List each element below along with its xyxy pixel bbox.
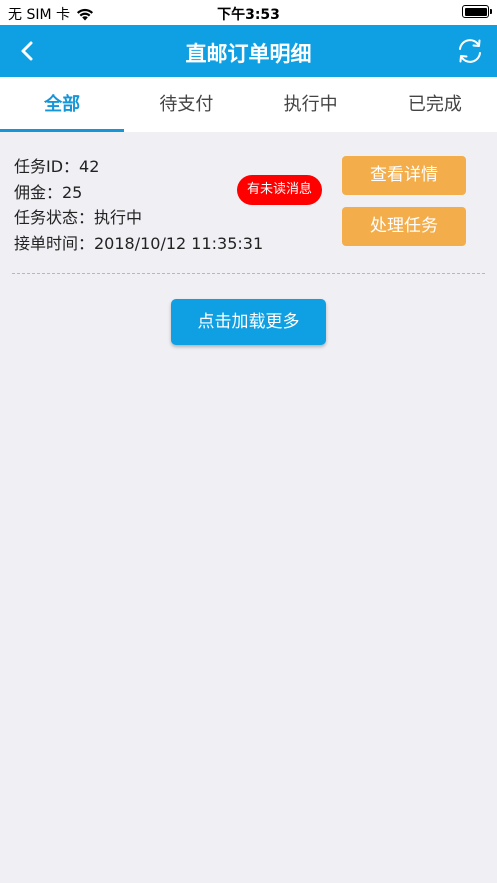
task-info: 任务ID：42 佣金：25 任务状态：执行中 接单时间：2018/10/12 1… <box>14 154 263 256</box>
battery-icon <box>462 5 492 18</box>
load-more-button[interactable]: 点击加载更多 <box>171 299 326 345</box>
nav-bar: 直邮订单明细 <box>0 25 497 77</box>
task-status: 任务状态：执行中 <box>14 208 143 227</box>
refresh-icon[interactable] <box>455 36 485 66</box>
status-bar: 无 SIM 卡 下午3:53 <box>0 0 497 25</box>
page-title: 直邮订单明细 <box>185 42 312 66</box>
tab-bar: 全部 待支付 执行中 已完成 <box>0 77 497 132</box>
status-time: 下午3:53 <box>217 7 280 23</box>
tab-completed[interactable]: 已完成 <box>373 77 497 132</box>
unread-message-badge: 有未读消息 <box>237 175 323 205</box>
tab-pending-payment[interactable]: 待支付 <box>124 77 248 132</box>
content: 任务ID：42 佣金：25 任务状态：执行中 接单时间：2018/10/12 1… <box>0 132 497 345</box>
handle-task-button[interactable]: 处理任务 <box>342 207 466 246</box>
view-detail-button[interactable]: 查看详情 <box>342 156 466 195</box>
tab-all[interactable]: 全部 <box>0 77 125 132</box>
task-commission: 佣金：25 <box>14 182 83 202</box>
task-card: 任务ID：42 佣金：25 任务状态：执行中 接单时间：2018/10/12 1… <box>12 132 485 274</box>
task-id: 任务ID：42 <box>14 157 100 176</box>
task-accept-time: 接单时间：2018/10/12 11:35:31 <box>14 233 264 253</box>
tab-in-progress[interactable]: 执行中 <box>249 77 373 132</box>
